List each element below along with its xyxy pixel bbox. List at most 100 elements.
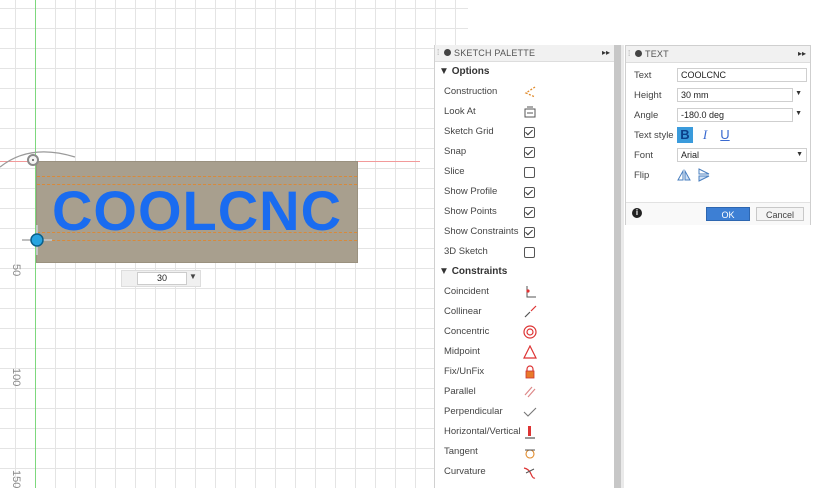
- 3d-sketch-checkbox[interactable]: [524, 247, 535, 258]
- option-show-profile[interactable]: Show Profile: [435, 182, 614, 202]
- chevron-down-icon[interactable]: ▼: [189, 272, 197, 281]
- flip-horizontal-icon[interactable]: [677, 168, 691, 182]
- font-value: Arial: [681, 150, 700, 160]
- info-icon[interactable]: i: [632, 208, 642, 218]
- constraint-label: Perpendicular: [444, 406, 503, 417]
- constraints-header-label: Constraints: [451, 266, 508, 277]
- option-label: Show Constraints: [444, 226, 519, 237]
- perpendicular-icon[interactable]: [523, 405, 537, 419]
- option-label: 3D Sketch: [444, 246, 488, 257]
- slice-checkbox[interactable]: [524, 167, 535, 178]
- text-dialog: ⁞ TEXT ▸▸ Text COOLCNC Height 30 mm ▼ An…: [625, 45, 811, 225]
- angle-input[interactable]: -180.0 deg: [677, 108, 793, 122]
- constraint-label: Horizontal/Vertical: [444, 426, 521, 437]
- option-label: Construction: [444, 86, 498, 97]
- expand-icon[interactable]: ▸▸: [798, 46, 806, 62]
- bold-button[interactable]: B: [677, 127, 693, 143]
- constraint-concentric[interactable]: Concentric: [435, 322, 614, 342]
- underline-button[interactable]: U: [717, 127, 733, 143]
- tangent-icon[interactable]: [523, 445, 537, 459]
- expand-icon[interactable]: ▸▸: [602, 45, 610, 61]
- constraint-label: Collinear: [444, 306, 482, 317]
- sketch-grid-checkbox[interactable]: [524, 127, 535, 138]
- italic-button[interactable]: I: [697, 127, 713, 143]
- dialog-footer: i OK Cancel: [626, 202, 810, 225]
- look-at-icon[interactable]: [523, 105, 537, 119]
- horizontal-vertical-icon[interactable]: [523, 425, 537, 439]
- midpoint-icon[interactable]: [523, 345, 537, 359]
- options-header-label: Options: [451, 66, 490, 77]
- text-style-row: Text style B I U: [626, 125, 810, 145]
- dialog-title: TEXT: [645, 49, 669, 59]
- grip-icon[interactable]: ⁞: [437, 45, 439, 61]
- option-sketch-grid[interactable]: Sketch Grid: [435, 122, 614, 142]
- grip-icon[interactable]: ⁞: [628, 46, 630, 62]
- rotate-handle[interactable]: [27, 154, 39, 166]
- triangle-down-icon: ▼: [439, 266, 449, 277]
- construction-icon[interactable]: [523, 85, 537, 99]
- sketch-text-boundary[interactable]: COOLCNC: [36, 161, 358, 263]
- option-label: Sketch Grid: [444, 126, 494, 137]
- constraint-perpendicular[interactable]: Perpendicular: [435, 402, 614, 422]
- constraint-midpoint[interactable]: Midpoint: [435, 342, 614, 362]
- parallel-icon[interactable]: [523, 385, 537, 399]
- palette-dot-icon: [444, 49, 451, 56]
- show-profile-checkbox[interactable]: [524, 187, 535, 198]
- option-snap[interactable]: Snap: [435, 142, 614, 162]
- option-show-points[interactable]: Show Points: [435, 202, 614, 222]
- chevron-down-icon: ▼: [796, 151, 803, 158]
- sketch-palette: ⁞ SKETCH PALETTE ▸▸ ▼ Options Constructi…: [434, 45, 614, 488]
- curvature-icon[interactable]: [523, 465, 537, 479]
- font-select[interactable]: Arial ▼: [677, 148, 807, 162]
- cancel-button[interactable]: Cancel: [756, 207, 804, 221]
- show-constraints-checkbox[interactable]: [524, 227, 535, 238]
- constraint-horizontal-vertical[interactable]: Horizontal/Vertical: [435, 422, 614, 442]
- text-input[interactable]: COOLCNC: [677, 68, 807, 82]
- text-guide-top: [37, 176, 357, 177]
- angle-row: Angle -180.0 deg ▼: [626, 105, 810, 125]
- chevron-down-icon[interactable]: ▼: [795, 110, 802, 117]
- constraint-parallel[interactable]: Parallel: [435, 382, 614, 402]
- ruler-label-150: 150: [10, 470, 22, 488]
- concentric-icon[interactable]: [523, 325, 537, 339]
- move-handle-icon[interactable]: [22, 225, 52, 255]
- show-points-checkbox[interactable]: [524, 207, 535, 218]
- coincident-icon[interactable]: [523, 285, 537, 299]
- triangle-down-icon: ▼: [439, 66, 449, 77]
- dimension-input[interactable]: 30: [137, 272, 187, 285]
- dialog-header[interactable]: ⁞ TEXT ▸▸: [626, 46, 810, 63]
- option-label: Show Points: [444, 206, 497, 217]
- constraint-tangent[interactable]: Tangent: [435, 442, 614, 462]
- constraint-curvature[interactable]: Curvature: [435, 462, 614, 482]
- collinear-icon[interactable]: [523, 305, 537, 319]
- height-row: Height 30 mm ▼: [626, 85, 810, 105]
- ruler-label-100: 100: [10, 368, 22, 387]
- lock-icon[interactable]: [523, 365, 537, 379]
- chevron-down-icon[interactable]: ▼: [795, 90, 802, 97]
- options-section-header[interactable]: ▼ Options: [435, 62, 614, 82]
- ok-button[interactable]: OK: [706, 207, 750, 221]
- constraint-fix-unfix[interactable]: Fix/UnFix: [435, 362, 614, 382]
- constraint-collinear[interactable]: Collinear: [435, 302, 614, 322]
- option-slice[interactable]: Slice: [435, 162, 614, 182]
- snap-checkbox[interactable]: [524, 147, 535, 158]
- flip-vertical-icon[interactable]: [697, 168, 711, 182]
- palette-title: SKETCH PALETTE: [454, 48, 536, 58]
- constraint-label: Coincident: [444, 286, 489, 297]
- palette-header[interactable]: ⁞ SKETCH PALETTE ▸▸: [435, 45, 614, 62]
- palette-scrollbar[interactable]: [614, 45, 621, 488]
- flip-row: Flip: [626, 165, 810, 185]
- constraints-section-header[interactable]: ▼ Constraints: [435, 262, 614, 282]
- option-look-at[interactable]: Look At: [435, 102, 614, 122]
- constraint-label: Tangent: [444, 446, 478, 457]
- constraint-label: Midpoint: [444, 346, 480, 357]
- constraint-label: Concentric: [444, 326, 490, 337]
- angle-label: Angle: [634, 110, 659, 121]
- option-construction[interactable]: Construction: [435, 82, 614, 102]
- sketch-text[interactable]: COOLCNC: [37, 181, 357, 241]
- option-show-constraints[interactable]: Show Constraints: [435, 222, 614, 242]
- constraint-label: Curvature: [444, 466, 486, 477]
- constraint-coincident[interactable]: Coincident: [435, 282, 614, 302]
- height-input[interactable]: 30 mm: [677, 88, 793, 102]
- option-3d-sketch[interactable]: 3D Sketch: [435, 242, 614, 262]
